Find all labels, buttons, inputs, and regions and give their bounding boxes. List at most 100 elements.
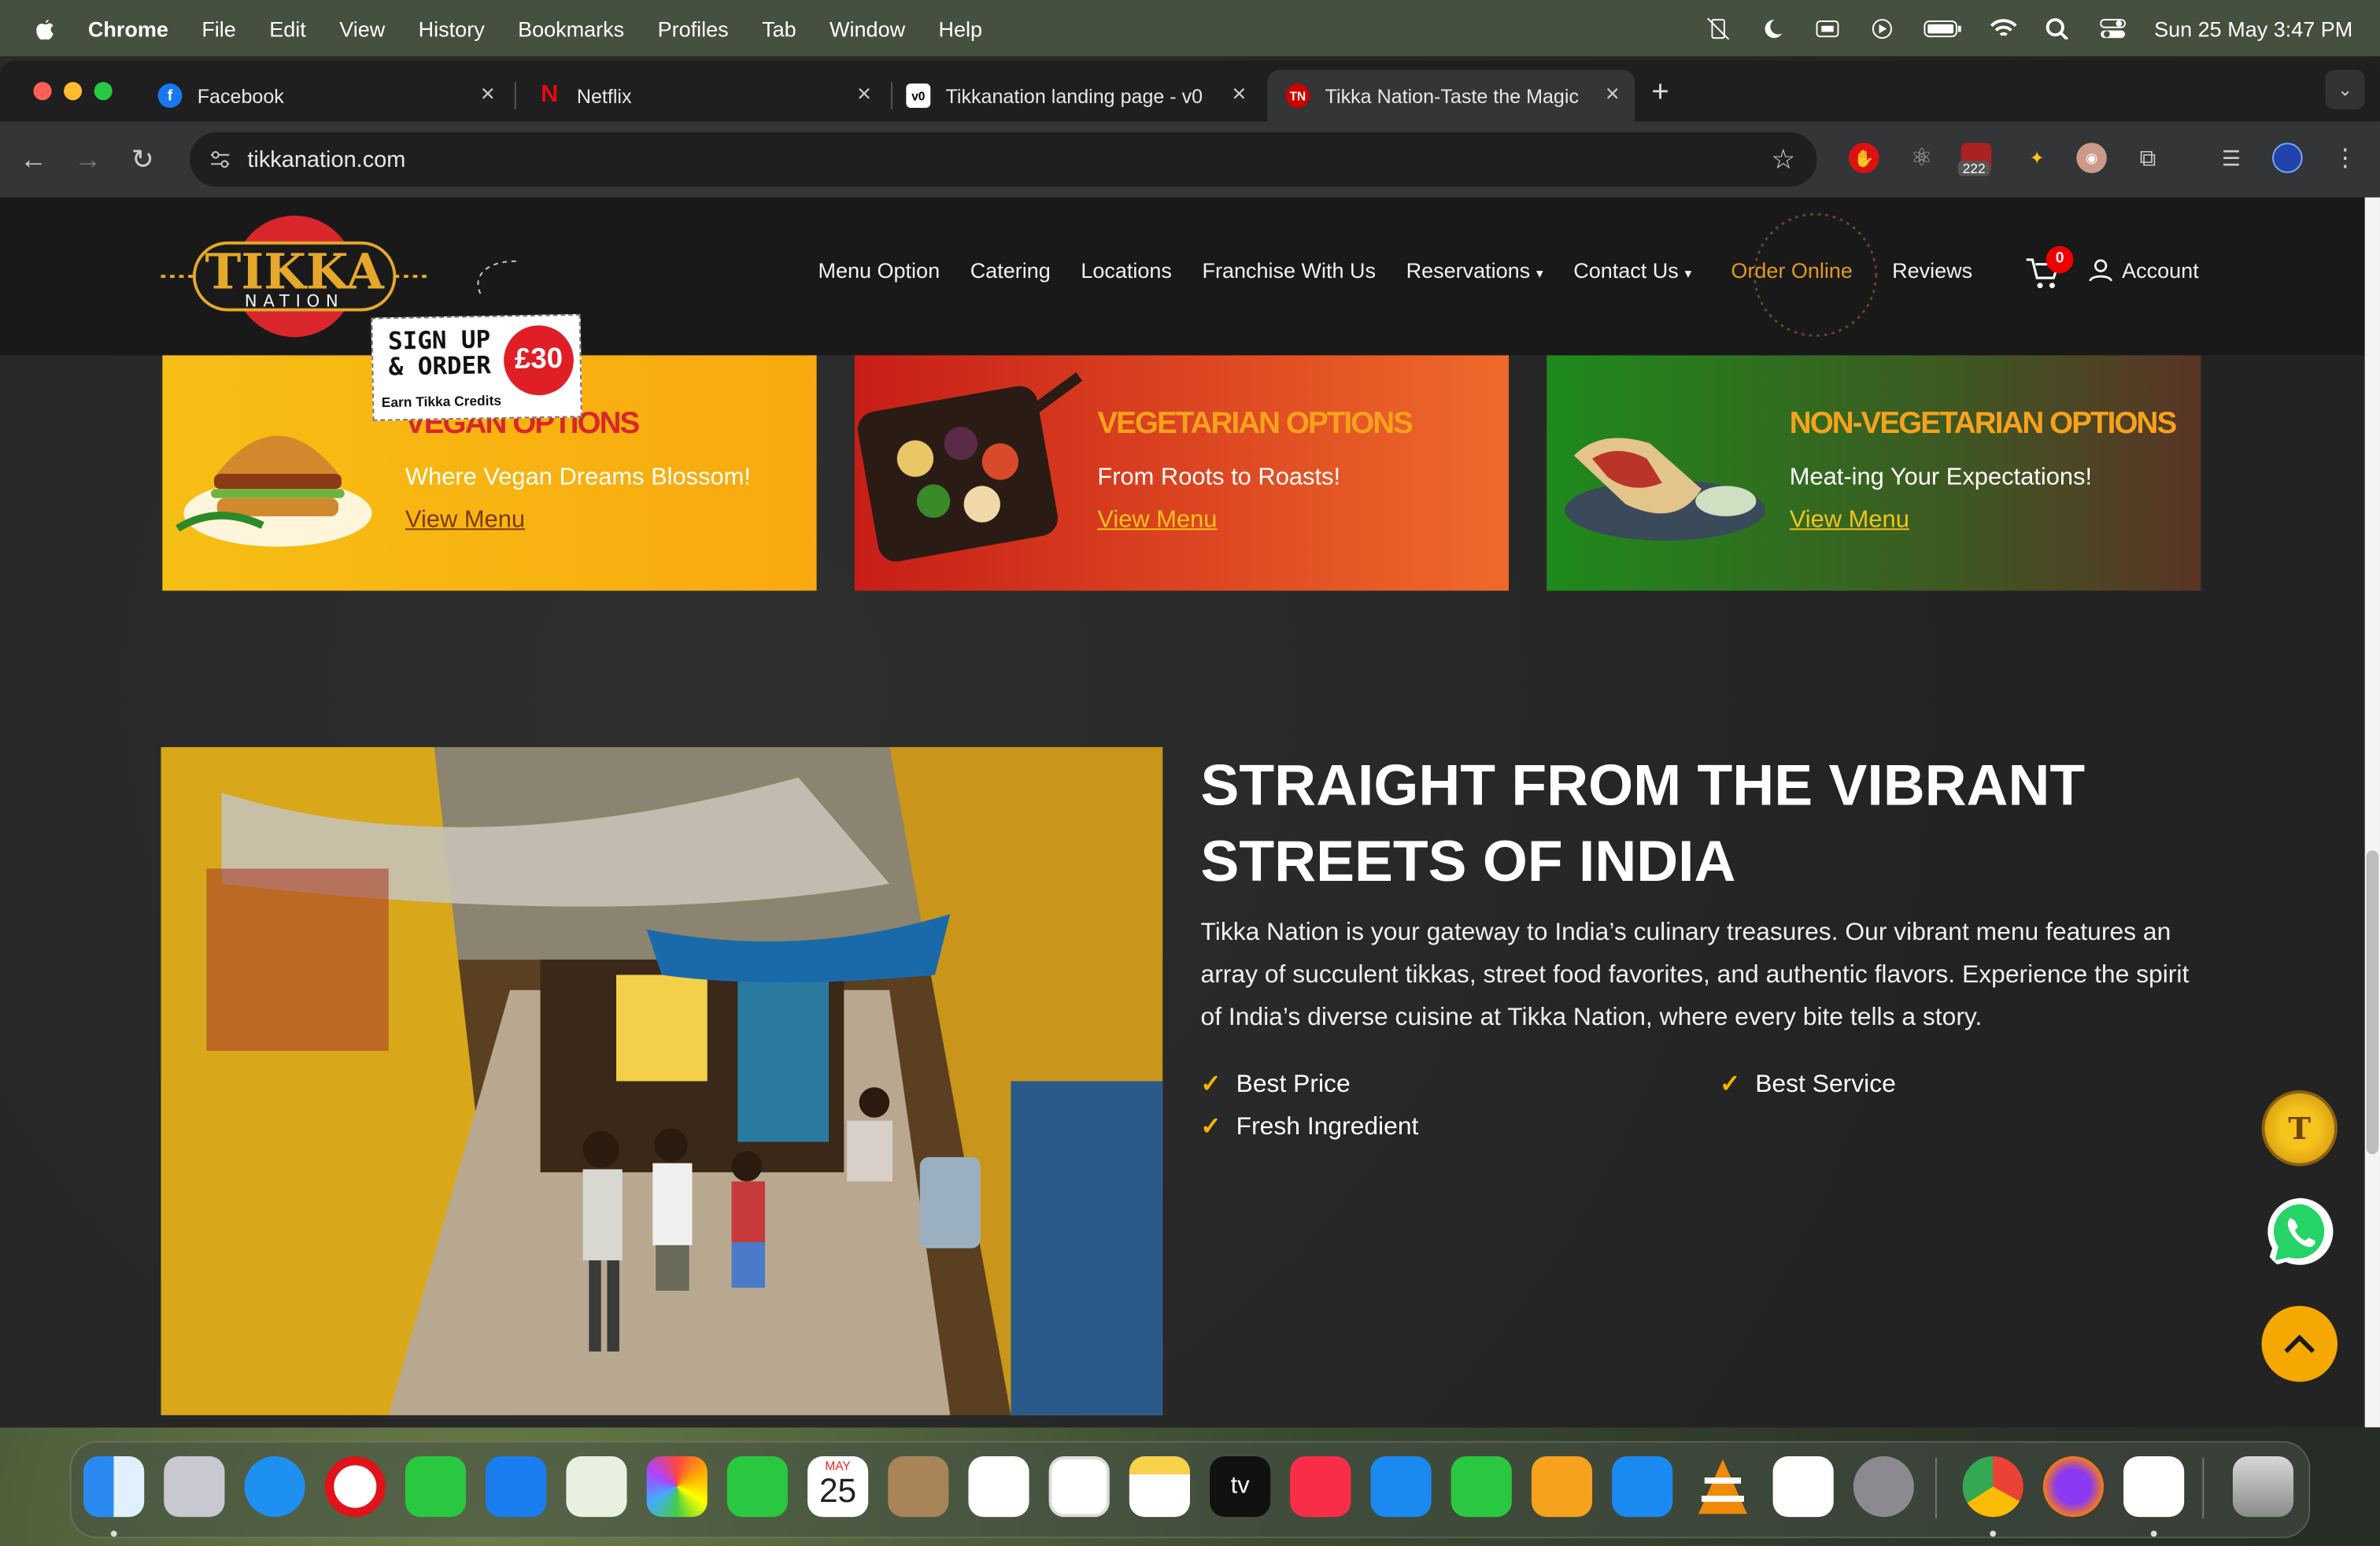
tikka-credits-coin-button[interactable]: T <box>2261 1090 2338 1167</box>
keynote-icon[interactable] <box>1370 1455 1432 1518</box>
profile-avatar-icon[interactable] <box>2272 142 2303 173</box>
apple-tv-icon[interactable]: tv <box>1210 1455 1271 1518</box>
contacts-icon[interactable] <box>888 1455 949 1518</box>
tab-facebook[interactable]: f Facebook × <box>139 70 510 122</box>
close-tab-icon[interactable]: × <box>481 82 495 109</box>
music-icon[interactable] <box>1290 1455 1351 1518</box>
vlc-icon[interactable] <box>1692 1456 1753 1517</box>
page-scrollbar[interactable] <box>2364 197 2380 1428</box>
site-settings-tune-icon[interactable] <box>208 147 232 172</box>
new-tab-plus-icon[interactable]: + <box>1651 76 1669 110</box>
view-menu-link[interactable]: View Menu <box>1097 507 1217 534</box>
display-icon[interactable] <box>1814 17 1842 39</box>
mute-notifications-icon[interactable] <box>1705 17 1732 39</box>
close-window-button[interactable] <box>33 82 52 101</box>
adblock-extension-icon[interactable]: ✋ <box>1848 142 1879 173</box>
facetime-icon[interactable] <box>726 1455 788 1518</box>
launchpad-icon[interactable] <box>164 1455 225 1518</box>
menubar-bookmarks[interactable]: Bookmarks <box>518 16 624 40</box>
freeform-icon[interactable] <box>1048 1455 1110 1518</box>
zoom-window-button[interactable] <box>94 82 113 101</box>
numbers-icon[interactable] <box>1451 1455 1512 1518</box>
account-link[interactable]: Account <box>2089 258 2199 283</box>
finder-icon[interactable] <box>83 1455 145 1518</box>
nav-franchise[interactable]: Franchise With Us <box>1202 258 1376 283</box>
tab-search-chevron-icon[interactable]: ⌄ <box>2325 69 2365 109</box>
menubar-clock[interactable]: Sun 25 May 3:47 PM <box>2154 16 2352 40</box>
view-menu-link[interactable]: View Menu <box>405 507 525 534</box>
address-bar[interactable]: tikkanation.com ☆ <box>190 131 1817 187</box>
close-tab-icon[interactable]: × <box>857 82 871 109</box>
menubar-tab[interactable]: Tab <box>762 16 796 40</box>
nav-reservations[interactable]: Reservations ▾ <box>1406 258 1543 283</box>
menubar-view[interactable]: View <box>339 16 385 40</box>
control-center-icon[interactable] <box>2100 17 2127 39</box>
non-vegetarian-options-card[interactable]: NON-VEGETARIAN OPTIONS Meat-ing Your Exp… <box>1547 355 2201 591</box>
nav-contact-us[interactable]: Contact Us ▾ <box>1573 258 1691 283</box>
whatsapp-icon[interactable] <box>2262 1193 2341 1272</box>
messages-icon[interactable] <box>405 1455 467 1518</box>
menubar-history[interactable]: History <box>419 16 485 40</box>
forward-arrow-icon[interactable]: → <box>61 143 115 176</box>
url-text[interactable]: tikkanation.com <box>247 146 405 172</box>
tab-netflix[interactable]: N Netflix × <box>519 70 887 122</box>
menubar-profiles[interactable]: Profiles <box>658 16 729 40</box>
back-arrow-icon[interactable]: ← <box>6 143 61 176</box>
safari-icon[interactable] <box>244 1455 305 1518</box>
reload-icon[interactable]: ↻ <box>116 143 170 176</box>
close-tab-icon[interactable]: × <box>1606 82 1620 109</box>
trash-icon[interactable] <box>2232 1455 2294 1518</box>
nav-menu-option[interactable]: Menu Option <box>818 258 940 283</box>
surfshark-icon[interactable] <box>2123 1455 2185 1518</box>
firefox-icon[interactable] <box>2042 1455 2104 1518</box>
notes-icon[interactable] <box>1129 1455 1190 1518</box>
reading-list-icon[interactable]: ☰ <box>2216 142 2247 173</box>
mail-icon[interactable] <box>486 1455 547 1518</box>
view-menu-link[interactable]: View Menu <box>1790 507 1909 534</box>
menubar-edit[interactable]: Edit <box>269 16 306 40</box>
app-store-icon[interactable] <box>1612 1455 1673 1518</box>
apple-tv-label: tv <box>1230 1473 1250 1500</box>
calendar-icon[interactable]: MAY 25 <box>807 1455 869 1518</box>
running-indicator <box>2150 1530 2157 1537</box>
scrollbar-thumb[interactable] <box>2366 850 2379 1155</box>
photos-icon[interactable] <box>646 1455 708 1518</box>
extensions-puzzle-icon[interactable]: ⧉ <box>2133 142 2164 173</box>
scroll-to-top-button[interactable] <box>2261 1306 2338 1382</box>
chrome-icon[interactable] <box>1962 1455 2023 1518</box>
apple-logo-icon[interactable] <box>31 14 58 42</box>
menubar-window[interactable]: Window <box>830 16 905 40</box>
nav-reviews[interactable]: Reviews <box>1892 258 1972 283</box>
battery-icon[interactable] <box>1924 17 1963 39</box>
maps-icon[interactable] <box>566 1455 627 1518</box>
signup-promo-sticker[interactable]: SIGN UP & ORDER £30 Earn Tikka Credits <box>371 313 582 421</box>
menubar-help[interactable]: Help <box>939 16 983 40</box>
system-settings-icon[interactable] <box>1853 1455 1914 1518</box>
promo-line-1: SIGN UP <box>387 324 491 356</box>
menubar-app-name[interactable]: Chrome <box>88 16 168 40</box>
nav-locations[interactable]: Locations <box>1081 258 1172 283</box>
dock-divider <box>2202 1457 2204 1519</box>
play-icon[interactable] <box>1869 17 1897 39</box>
vegetarian-options-card[interactable]: VEGETARIAN OPTIONS From Roots to Roasts!… <box>854 355 1509 591</box>
reminders-icon[interactable] <box>968 1455 1029 1518</box>
react-devtools-icon[interactable]: ⚛ <box>1906 142 1937 173</box>
focus-moon-icon[interactable] <box>1760 17 1787 39</box>
close-tab-icon[interactable]: × <box>1232 82 1246 109</box>
pages-icon[interactable] <box>1531 1455 1593 1518</box>
slack-icon[interactable] <box>1772 1455 1834 1518</box>
spotlight-search-icon[interactable] <box>2045 17 2072 39</box>
menubar-file[interactable]: File <box>201 16 236 40</box>
extension-avatar-icon[interactable]: ◉ <box>2076 142 2107 173</box>
cart-count-badge: 0 <box>2046 246 2074 274</box>
nav-catering[interactable]: Catering <box>970 258 1051 283</box>
opera-icon[interactable] <box>324 1455 386 1518</box>
minimize-window-button[interactable] <box>63 82 83 101</box>
tab-title: Tikkanation landing page - v0 <box>945 84 1203 108</box>
bookmark-star-icon[interactable]: ☆ <box>1771 144 1795 176</box>
tab-tikka-nation-active[interactable]: TN Tikka Nation-Taste the Magic × <box>1267 69 1635 122</box>
tab-v0-landing[interactable]: v0 Tikkanation landing page - v0 × <box>888 70 1261 122</box>
extension-bookmark-icon[interactable]: ✦ <box>2022 142 2053 173</box>
kebab-menu-icon[interactable]: ⋮ <box>2330 142 2360 173</box>
wifi-icon[interactable] <box>1990 17 2018 39</box>
